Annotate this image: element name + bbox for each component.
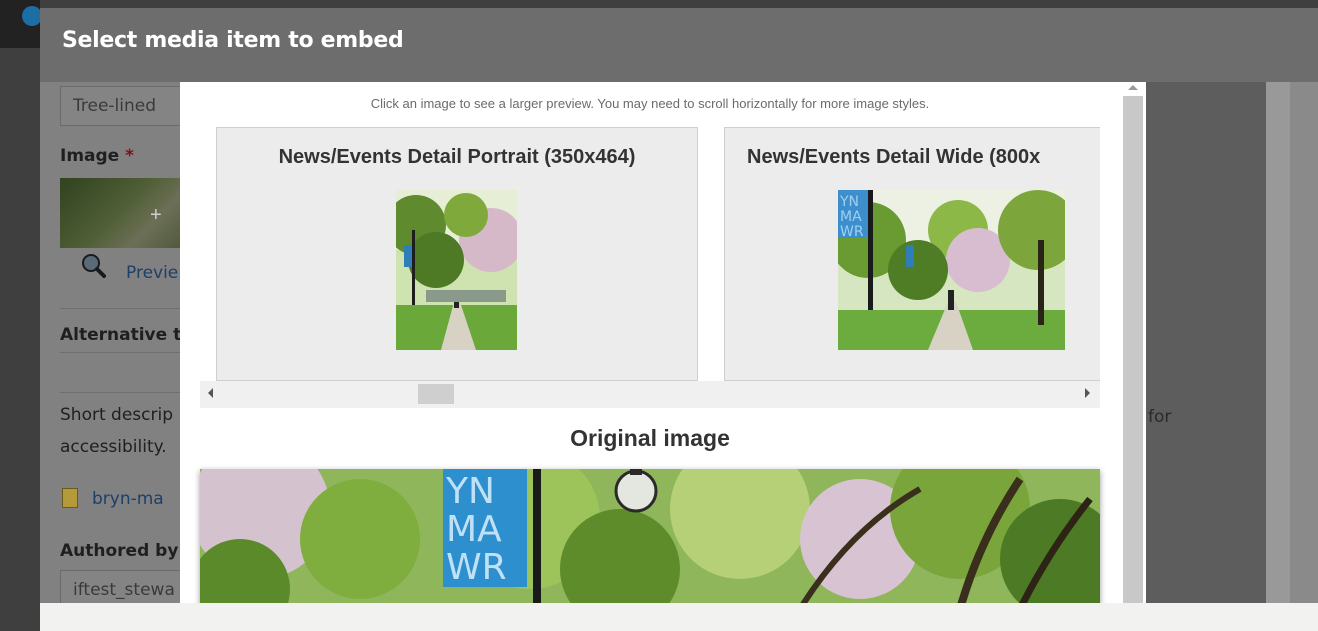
style-card-portrait[interactable]: News/Events Detail Portrait (350x464)	[216, 127, 698, 381]
image-label: Image *	[60, 146, 135, 166]
original-image-picture: YN MA WR	[200, 469, 1100, 603]
dialog-titlebar: Select media item to embed	[40, 8, 1318, 82]
instructions-text: Click an image to see a larger preview. …	[370, 96, 930, 111]
scroll-left-icon[interactable]	[208, 388, 213, 398]
required-marker: *	[125, 146, 135, 166]
site-logo	[22, 6, 42, 26]
file-icon	[62, 488, 78, 508]
file-link: bryn-ma	[92, 489, 164, 509]
author-value: iftest_stewa	[73, 580, 175, 600]
style-label: News/Events Detail Portrait (350x464)	[278, 146, 636, 168]
style-label: News/Events Detail Wide (800x	[747, 146, 1041, 168]
scroll-up-icon[interactable]	[1128, 85, 1138, 90]
authored-by-label: Authored by	[60, 541, 179, 561]
page-left-margin	[0, 48, 40, 631]
banner-line: MA	[446, 509, 502, 550]
dialog-title: Select media item to embed	[62, 28, 404, 53]
original-image[interactable]: YN MA WR	[200, 469, 1100, 603]
svg-text:MA: MA	[840, 209, 862, 225]
vertical-scrollbar[interactable]	[1120, 82, 1146, 603]
description-line-1: Short descrip	[60, 405, 173, 425]
scrollbar-track[interactable]	[1123, 96, 1143, 603]
background-column	[1290, 82, 1318, 631]
banner-line: WR	[446, 547, 507, 588]
style-card-wide[interactable]: News/Events Detail Wide (800x YN MA WR	[724, 127, 1100, 381]
preview-panel: Click an image to see a larger preview. …	[180, 82, 1146, 603]
description-line-2: accessibility.	[60, 437, 167, 457]
svg-text:WR: WR	[840, 224, 864, 240]
wide-image: YN MA WR	[838, 190, 1065, 350]
portrait-thumbnail[interactable]	[396, 190, 517, 350]
site-header-corner	[0, 0, 42, 48]
banner-line: YN	[445, 471, 495, 512]
preview-link: Previe	[126, 263, 179, 283]
image-style-carousel: News/Events Detail Portrait (350x464) Ne…	[200, 127, 1100, 381]
alt-text-label: Alternative t	[60, 325, 182, 345]
dialog-footer	[40, 603, 1318, 631]
carousel-scrollbar[interactable]	[200, 381, 1100, 408]
scrollbar-thumb[interactable]	[418, 384, 454, 404]
wide-thumbnail[interactable]: YN MA WR	[838, 190, 1065, 350]
background-sidebar	[1146, 82, 1266, 631]
svg-text:YN: YN	[839, 194, 859, 210]
background-column	[1266, 82, 1290, 631]
original-image-title: Original image	[570, 425, 730, 451]
description-suffix: for	[1148, 407, 1172, 427]
magnifier-icon	[82, 254, 106, 278]
portrait-image	[396, 190, 517, 350]
scroll-right-icon[interactable]	[1085, 388, 1090, 398]
plus-icon: +	[150, 204, 162, 226]
